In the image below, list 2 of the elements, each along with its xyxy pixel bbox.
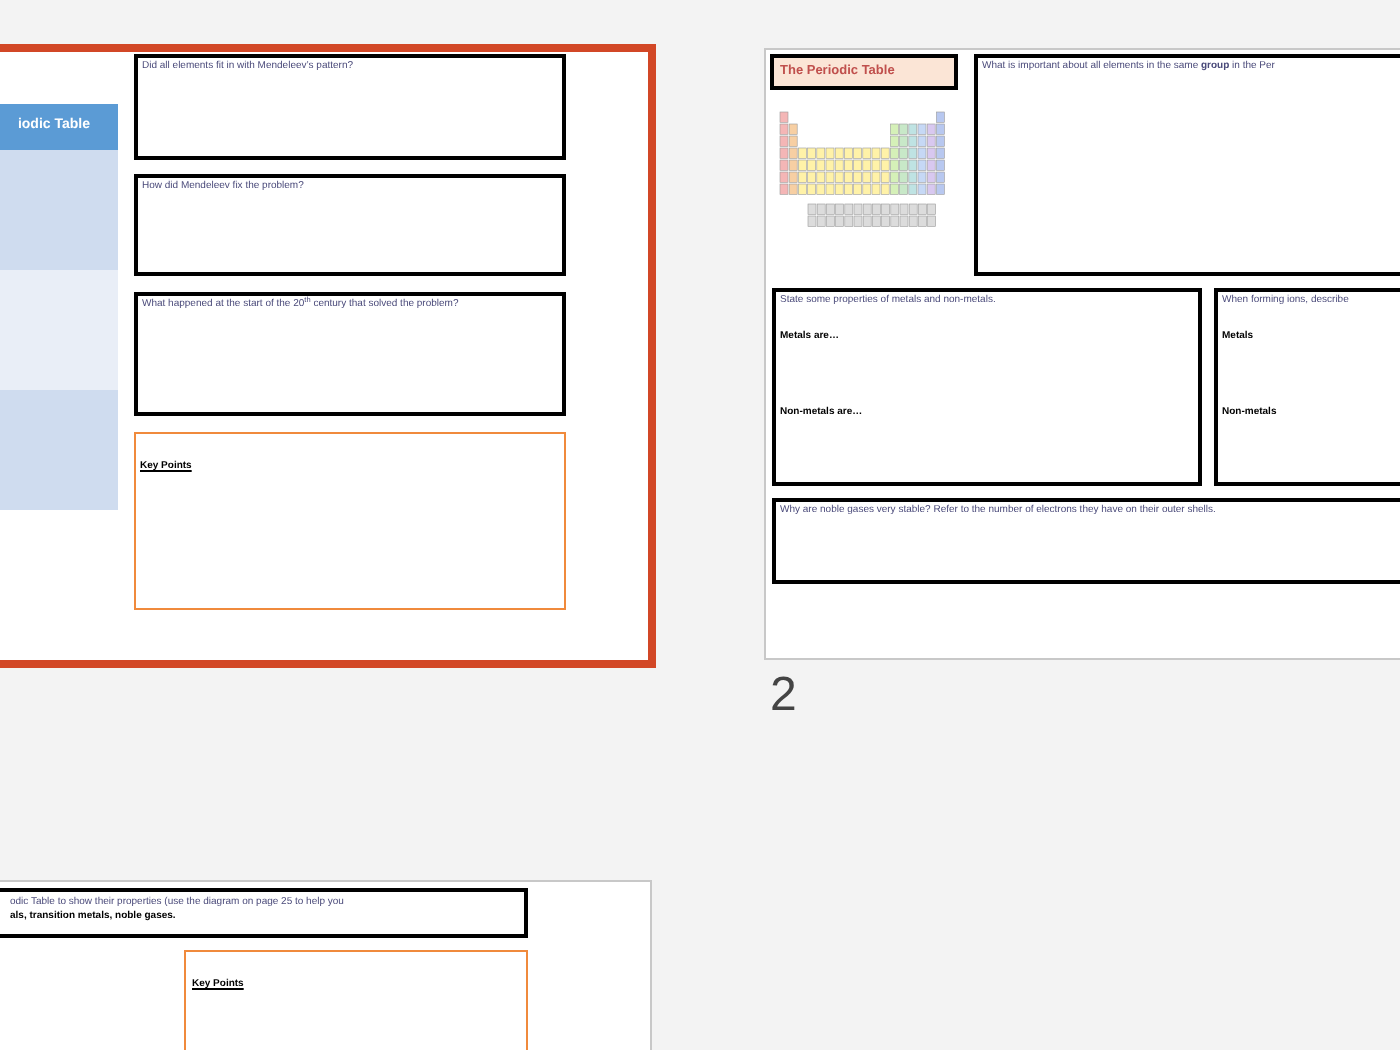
slide-number: 2	[770, 668, 799, 724]
slide-thumbnail[interactable]	[764, 48, 1400, 660]
